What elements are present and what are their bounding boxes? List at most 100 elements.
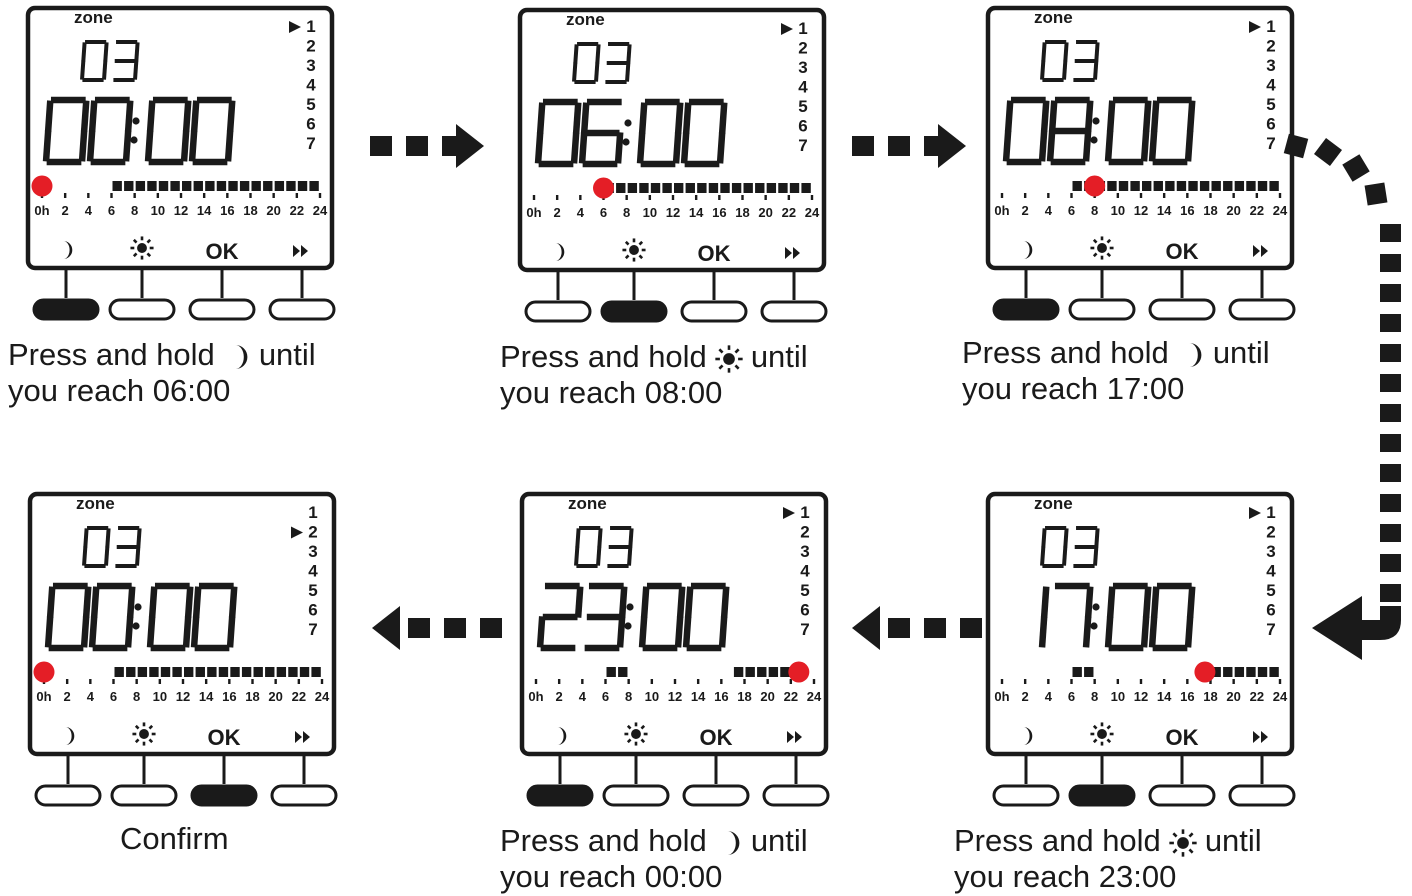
day-number-2: 2 xyxy=(798,39,807,58)
comfort-block xyxy=(216,181,227,191)
lcd-segment xyxy=(1148,130,1158,162)
hour-tick xyxy=(532,195,536,200)
lcd-segment xyxy=(594,62,600,82)
lcd-segment xyxy=(146,100,156,132)
sun-ray xyxy=(718,364,724,370)
arrow-head xyxy=(938,124,966,168)
lcd-segment xyxy=(682,102,692,134)
day-number-7: 7 xyxy=(308,620,317,639)
comfort-block xyxy=(731,183,742,193)
step-6-thermostat: zone 12345670h 2 4 6 8 10 12 14 16 18 20 22 24OK xyxy=(27,491,338,807)
comfort-block xyxy=(733,667,744,677)
lcd-segment xyxy=(574,546,580,566)
flow-arrow-1-2 xyxy=(370,124,484,168)
hour-tick xyxy=(1186,193,1189,198)
caption-text: Press and hold xyxy=(8,337,215,372)
ok-label: OK xyxy=(698,241,731,266)
lcd-segment xyxy=(597,528,603,548)
hour-tick-label: 12 xyxy=(666,205,680,220)
hour-tick xyxy=(555,195,559,200)
moon-icon xyxy=(235,344,248,369)
hour-tick-label: 2 xyxy=(554,205,561,220)
hour-tick-label: 18 xyxy=(737,689,751,704)
comfort-block xyxy=(1269,667,1279,677)
sun-core xyxy=(1176,836,1189,849)
lcd-segment xyxy=(570,132,580,164)
sun-icon xyxy=(1169,829,1197,857)
comfort-block xyxy=(1084,667,1094,677)
lcd-segment xyxy=(716,132,726,164)
lcd-segment xyxy=(80,616,90,648)
lcd-segment xyxy=(1041,528,1047,548)
day-number-3: 3 xyxy=(1266,542,1275,561)
button xyxy=(108,298,176,321)
caption-text: you reach 17:00 xyxy=(962,370,1185,406)
caption-text: you reach 23:00 xyxy=(954,858,1177,894)
hour-tick-label: 6 xyxy=(1068,203,1075,218)
hour-tick-label: 6 xyxy=(1068,689,1075,704)
comfort-block xyxy=(309,181,319,191)
hour-tick xyxy=(112,679,115,684)
lcd-segment xyxy=(534,132,544,164)
lcd-segment xyxy=(124,616,134,648)
button xyxy=(1068,298,1136,321)
lcd-segment xyxy=(1084,586,1094,618)
hour-tick xyxy=(720,679,723,684)
sun-ray xyxy=(718,348,724,354)
comfort-block xyxy=(618,667,628,677)
lcd-segment xyxy=(674,616,684,648)
hour-tick xyxy=(135,679,138,684)
lcd-segment xyxy=(78,130,88,162)
lcd-segment xyxy=(1104,130,1114,162)
day-number-6: 6 xyxy=(306,115,315,134)
hour-tick-label: 2 xyxy=(556,689,563,704)
hour-tick xyxy=(228,679,231,684)
lcd-segment xyxy=(625,62,631,82)
lcd-segment xyxy=(1062,60,1068,80)
hour-tick-label: 12 xyxy=(176,689,190,704)
lcd-segment xyxy=(144,130,154,162)
hour-tick xyxy=(579,195,582,200)
caption-text: Press and hold xyxy=(500,339,707,374)
comfort-block xyxy=(627,183,638,193)
time-marker xyxy=(1084,175,1106,197)
day-number-5: 5 xyxy=(306,95,315,114)
lcd-segment xyxy=(578,132,588,164)
lcd-segment xyxy=(1082,616,1092,648)
lcd-segment xyxy=(718,102,728,134)
lcd-segment xyxy=(136,528,142,548)
day-number-5: 5 xyxy=(1266,95,1275,114)
arrow-dash xyxy=(924,618,946,638)
hour-tick-label: 16 xyxy=(714,689,728,704)
hour-tick xyxy=(1000,679,1004,684)
ok-label: OK xyxy=(206,239,239,264)
button xyxy=(1148,298,1216,321)
lcd-segment xyxy=(1094,42,1100,62)
button xyxy=(1228,298,1296,321)
lcd-segment xyxy=(1186,586,1196,618)
comfort-block xyxy=(182,181,192,191)
time-marker xyxy=(788,661,810,683)
caption-text: you reach 00:00 xyxy=(500,858,723,894)
sun-icon xyxy=(130,236,154,260)
comfort-block xyxy=(286,181,296,191)
lcd-segment xyxy=(180,130,190,162)
ok-label: OK xyxy=(1166,725,1199,750)
button xyxy=(268,298,336,321)
hour-tick xyxy=(179,193,183,198)
hour-tick-label: 18 xyxy=(1203,689,1217,704)
hour-tick-label: 24 xyxy=(313,203,328,218)
arrow-dash xyxy=(1380,224,1401,242)
hour-tick xyxy=(581,679,584,684)
lcd-segment xyxy=(1150,586,1160,618)
arrow-dash xyxy=(444,618,466,638)
button xyxy=(760,300,828,323)
time-colon-dot xyxy=(134,603,142,611)
lcd-segment xyxy=(80,100,90,132)
hour-tick-label: 24 xyxy=(1273,689,1288,704)
lcd-segment xyxy=(190,616,200,648)
comfort-block xyxy=(228,181,238,191)
sun-core xyxy=(137,243,147,253)
moon-icon xyxy=(1189,342,1202,367)
comfort-block xyxy=(1257,667,1268,677)
